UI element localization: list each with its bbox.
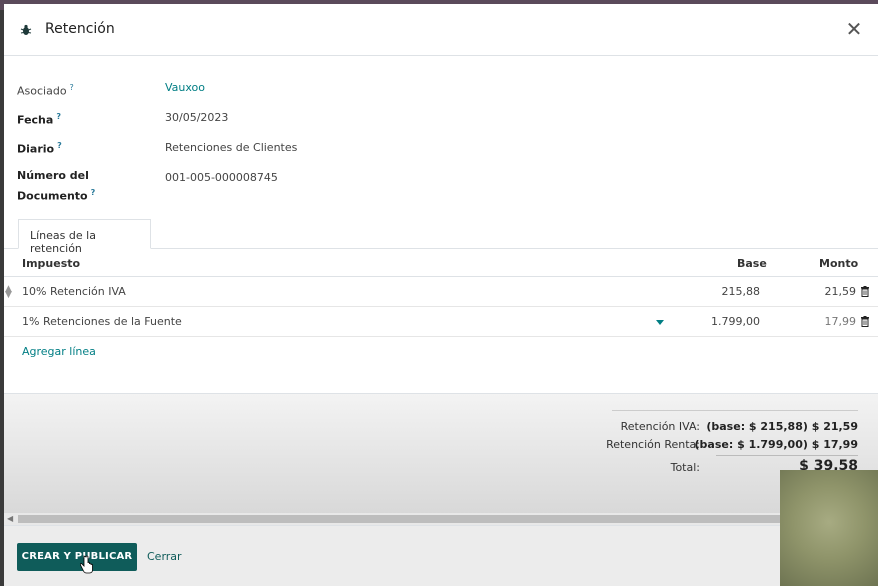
webcam-overlay xyxy=(780,470,878,586)
create-and-post-button[interactable]: CREAR Y PUBLICAR xyxy=(17,543,137,571)
drag-handle-icon[interactable]: ▲ ▼ xyxy=(5,285,12,300)
retention-dialog: Retención ✕ Asociado? Vauxoo Fecha? 30/0… xyxy=(4,4,878,586)
retencion-renta-value: (base: $ 1.799,00) $ 17,99 xyxy=(694,438,858,451)
row-impuesto[interactable]: 10% Retención IVA xyxy=(22,285,126,298)
fecha-value[interactable]: 30/05/2023 xyxy=(165,109,228,126)
diario-label-text: Diario xyxy=(17,142,55,156)
numero-documento-label: Número del Documento? xyxy=(17,167,95,205)
dialog-footer: CREAR Y PUBLICAR Cerrar xyxy=(4,525,878,586)
retencion-iva-value: (base: $ 215,88) $ 21,59 xyxy=(706,420,858,433)
lines-table-header: Impuesto Base Monto xyxy=(4,249,878,277)
trash-icon[interactable] xyxy=(860,316,870,327)
empty-table-row xyxy=(4,364,878,394)
numero-documento-value[interactable]: 001-005-000008745 xyxy=(165,169,278,186)
table-row[interactable]: 1% Retenciones de la Fuente 1.799,00 17,… xyxy=(4,307,878,337)
trash-icon[interactable] xyxy=(860,286,870,297)
retencion-iva-label: Retención IVA: xyxy=(620,420,700,433)
numero-label-line2: Documento xyxy=(17,189,88,203)
asociado-value[interactable]: Vauxoo xyxy=(165,79,205,96)
close-icon[interactable]: ✕ xyxy=(845,19,863,39)
header-base[interactable]: Base xyxy=(737,257,767,270)
horizontal-scrollbar[interactable]: ◀ xyxy=(4,513,878,525)
close-button[interactable]: Cerrar xyxy=(147,550,182,563)
help-icon[interactable]: ? xyxy=(70,83,74,92)
bug-icon xyxy=(20,24,32,36)
numero-label-line1: Número del xyxy=(17,169,89,182)
tab-lineas-retencion[interactable]: Líneas de la retención xyxy=(18,219,151,255)
header-monto[interactable]: Monto xyxy=(819,257,858,270)
row-base[interactable]: 1.799,00 xyxy=(711,315,760,328)
row-impuesto[interactable]: 1% Retenciones de la Fuente xyxy=(22,315,182,328)
hand-cursor-icon xyxy=(80,555,93,574)
asociado-label-text: Asociado xyxy=(17,84,67,98)
help-icon[interactable]: ? xyxy=(91,188,96,197)
scroll-left-icon[interactable]: ◀ xyxy=(7,514,13,523)
fecha-label-text: Fecha xyxy=(17,113,54,127)
row-base[interactable]: 215,88 xyxy=(722,285,761,298)
add-line-link[interactable]: Agregar línea xyxy=(22,345,96,358)
row-monto[interactable]: 21,59 xyxy=(825,285,857,298)
header-impuesto[interactable]: Impuesto xyxy=(22,257,80,270)
help-icon[interactable]: ? xyxy=(57,141,62,150)
row-monto[interactable]: 17,99 xyxy=(825,315,857,328)
diario-label: Diario? xyxy=(17,137,62,158)
totals-section: Retención IVA: (base: $ 215,88) $ 21,59 … xyxy=(4,394,878,524)
dialog-header: Retención ✕ xyxy=(4,4,878,56)
table-row[interactable]: ▲ ▼ 10% Retención IVA 215,88 21,59 xyxy=(4,277,878,307)
fecha-label: Fecha? xyxy=(17,108,61,129)
asociado-label: Asociado? xyxy=(17,79,74,100)
scrollbar-thumb[interactable] xyxy=(18,515,863,523)
help-icon[interactable]: ? xyxy=(56,112,61,121)
totals-divider xyxy=(612,410,858,411)
diario-value[interactable]: Retenciones de Clientes xyxy=(165,139,297,156)
retencion-renta-label: Retención Renta: xyxy=(606,438,700,451)
total-label: Total: xyxy=(670,461,700,474)
total-divider xyxy=(716,455,858,456)
dialog-title: Retención xyxy=(45,21,115,37)
chevron-down-icon[interactable] xyxy=(656,320,664,325)
